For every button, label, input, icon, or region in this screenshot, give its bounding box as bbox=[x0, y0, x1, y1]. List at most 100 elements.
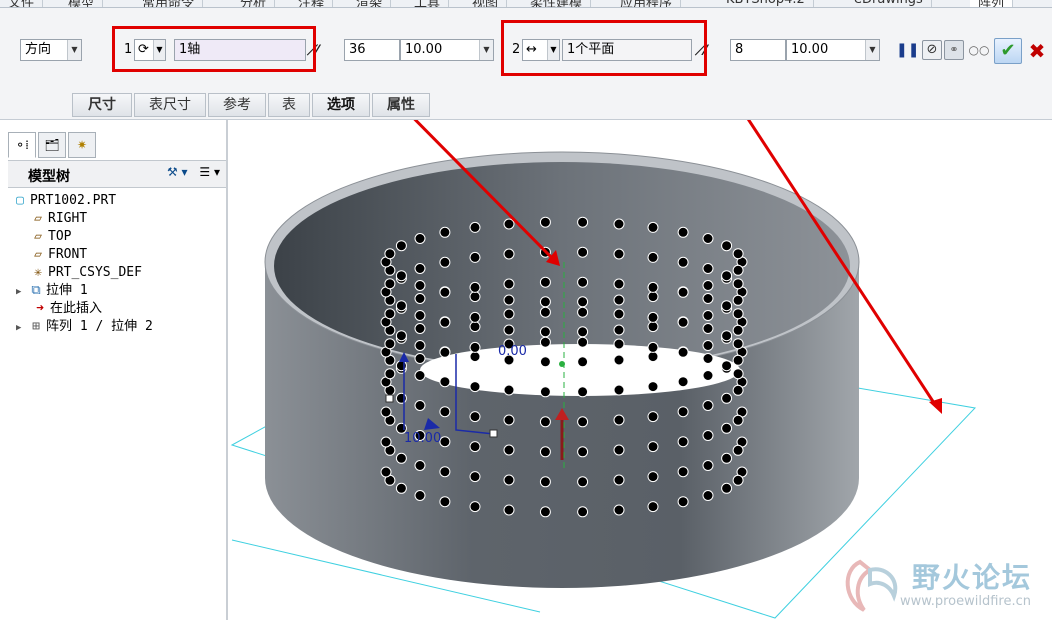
tree-node-csys[interactable]: ✳ PRT_CSYS_DEF bbox=[30, 264, 142, 282]
dir2-spacing-select[interactable]: 10.00 ▼ bbox=[786, 39, 880, 61]
dir1-spacing-select[interactable]: 10.00 ▼ bbox=[400, 39, 494, 61]
pattern-hole bbox=[613, 384, 625, 396]
tab-tools[interactable]: 工具 bbox=[406, 0, 450, 7]
pattern-hole bbox=[439, 376, 451, 388]
pattern-hole bbox=[577, 246, 589, 258]
pattern-hole bbox=[414, 490, 426, 501]
dir1-count-input[interactable]: 36 bbox=[344, 39, 400, 61]
pattern-hole bbox=[732, 338, 744, 350]
dir1-count-value: 36 bbox=[349, 42, 366, 57]
subtab-table[interactable]: 表 bbox=[268, 93, 310, 117]
pattern-hole bbox=[577, 216, 589, 228]
pattern-hole bbox=[439, 316, 451, 328]
pattern-hole bbox=[384, 338, 396, 350]
pattern-hole bbox=[469, 251, 481, 263]
pattern-hole bbox=[395, 392, 407, 404]
tab-analysis[interactable]: 分析 bbox=[232, 0, 276, 7]
expand-arrow-icon[interactable]: ▶ bbox=[16, 283, 28, 301]
model-tree-header: 模型树 ⚒ ▾ ☰ ▾ bbox=[8, 160, 226, 188]
tab-model[interactable]: 模型 bbox=[60, 0, 104, 7]
tab-flexible[interactable]: 柔性建模 bbox=[522, 0, 592, 7]
tree-node-top[interactable]: ▱ TOP bbox=[30, 228, 71, 246]
no-preview-icon[interactable]: ⊘ bbox=[922, 40, 942, 60]
verify-preview-icon[interactable]: ⚭ bbox=[944, 40, 964, 60]
pattern-hole bbox=[613, 444, 625, 456]
pattern-hole bbox=[702, 263, 714, 274]
tab-edrawings[interactable]: eDrawings bbox=[846, 0, 932, 7]
dir1-flip-icon[interactable]: ⁄̸ bbox=[316, 40, 318, 62]
tree-node-label: PRT_CSYS_DEF bbox=[48, 265, 142, 280]
tree-node-front[interactable]: ▱ FRONT bbox=[30, 246, 87, 264]
pattern-hole bbox=[732, 474, 744, 486]
pattern-hole bbox=[439, 466, 451, 478]
pattern-hole bbox=[732, 354, 744, 366]
pattern-hole bbox=[414, 353, 426, 364]
pattern-type-value: 方向 bbox=[25, 42, 52, 57]
pattern-hole bbox=[577, 306, 589, 318]
pattern-hole bbox=[380, 406, 392, 418]
favorites-tab-icon[interactable]: ✷ bbox=[68, 132, 96, 158]
pattern-hole bbox=[577, 416, 589, 428]
tree-node-right[interactable]: ▱ RIGHT bbox=[30, 210, 87, 228]
drag-handle-icon[interactable] bbox=[385, 394, 394, 403]
ok-check-icon[interactable]: ✔ bbox=[994, 38, 1022, 64]
tab-render[interactable]: 渲染 bbox=[348, 0, 392, 7]
pattern-hole bbox=[677, 286, 689, 298]
tab-file[interactable]: 文件 bbox=[0, 0, 44, 7]
subtab-dimensions[interactable]: 尺寸 bbox=[72, 93, 132, 117]
tree-node-label: 在此插入 bbox=[50, 301, 103, 316]
subtab-references[interactable]: 参考 bbox=[208, 93, 266, 117]
pattern-hole bbox=[702, 280, 714, 291]
model-render: 0.00 10.00 bbox=[230, 120, 977, 619]
pattern-type-select[interactable]: 方向 ▼ bbox=[20, 39, 82, 61]
pattern-hole bbox=[732, 324, 744, 336]
tree-node-insert-here[interactable]: ➜ 在此插入 bbox=[32, 300, 102, 318]
tree-settings-icon[interactable]: ⚒ ▾ bbox=[167, 165, 188, 179]
insert-arrow-icon: ➜ bbox=[36, 301, 44, 316]
subtab-options[interactable]: 选项 bbox=[312, 93, 370, 117]
pattern-hole bbox=[721, 482, 733, 494]
pattern-hole bbox=[647, 351, 659, 363]
model-tree-tab-icon[interactable]: ⚬⁞ bbox=[8, 132, 36, 158]
app-window: 文件 模型 常用命令 分析 注释 渲染 工具 视图 柔性建模 应用程序 KBTS… bbox=[0, 0, 1052, 620]
pattern-hole bbox=[384, 368, 396, 380]
tab-kbtshop[interactable]: KBTShop4.2 bbox=[718, 0, 814, 7]
tab-view[interactable]: 视图 bbox=[464, 0, 508, 7]
pattern-hole bbox=[503, 324, 515, 336]
expand-arrow-icon[interactable]: ▶ bbox=[16, 319, 28, 337]
tab-common[interactable]: 常用命令 bbox=[134, 0, 204, 7]
dimension-label-left[interactable]: 10.00 bbox=[404, 431, 441, 446]
dimension-label-top[interactable]: 0.00 bbox=[498, 344, 527, 359]
glasses-icon[interactable]: ○○ bbox=[968, 40, 990, 60]
dir2-count-input[interactable]: 8 bbox=[730, 39, 786, 61]
pattern-hole bbox=[613, 218, 625, 230]
pattern-hole bbox=[469, 281, 481, 293]
tab-pattern[interactable]: 阵列 bbox=[970, 0, 1014, 7]
tab-annotate[interactable]: 注释 bbox=[290, 0, 334, 7]
subtab-properties[interactable]: 属性 bbox=[372, 93, 430, 117]
pause-icon[interactable]: ❚❚ bbox=[896, 40, 919, 60]
drag-handle-icon[interactable] bbox=[489, 429, 498, 438]
pattern-hole bbox=[395, 482, 407, 494]
pattern-hole bbox=[577, 446, 589, 458]
pattern-hole bbox=[395, 300, 407, 312]
extrude-icon: ⧉ bbox=[31, 283, 41, 298]
pattern-hole bbox=[577, 336, 589, 348]
tree-node-part[interactable]: ▢ PRT1002.PRT bbox=[12, 192, 116, 210]
pattern-hole bbox=[469, 411, 481, 423]
graphics-window[interactable]: 0.00 10.00 bbox=[230, 120, 1052, 620]
pattern-hole bbox=[721, 240, 733, 252]
datum-plane-icon: ▱ bbox=[34, 247, 42, 262]
pattern-hole bbox=[721, 392, 733, 404]
tree-node-pattern[interactable]: ▶ ⊞ 阵列 1 / 拉伸 2 bbox=[16, 318, 153, 336]
cancel-x-icon[interactable]: ✖ bbox=[1026, 39, 1048, 63]
subtab-table-dimensions[interactable]: 表尺寸 bbox=[134, 93, 206, 117]
pattern-hole bbox=[677, 436, 689, 448]
tree-filter-icon[interactable]: ☰ ▾ bbox=[199, 165, 220, 179]
pattern-hole bbox=[503, 444, 515, 456]
folder-browser-tab-icon[interactable]: 🗂 bbox=[38, 132, 66, 158]
pattern-hole bbox=[613, 294, 625, 306]
tree-node-extrude[interactable]: ▶ ⧉ 拉伸 1 bbox=[16, 282, 88, 300]
pattern-hole bbox=[503, 294, 515, 306]
tab-apps[interactable]: 应用程序 bbox=[612, 0, 682, 7]
